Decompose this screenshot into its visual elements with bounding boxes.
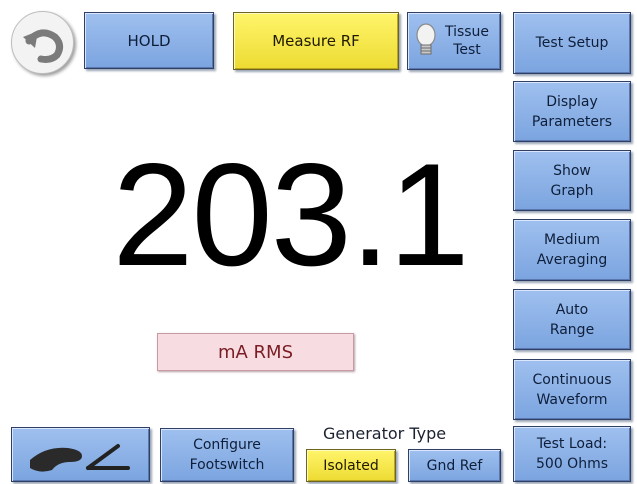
back-arrow-icon [22,28,63,63]
test-setup-button[interactable]: Test Setup [513,12,631,74]
waveform-button[interactable]: Continuous Waveform [513,359,631,420]
averaging-button[interactable]: Medium Averaging [513,219,631,281]
lightbulb-icon [416,23,436,55]
footswitch-button[interactable] [11,427,150,482]
footswitch-icon [29,443,130,472]
isolated-button[interactable]: Isolated [306,449,396,482]
test-load-button[interactable]: Test Load: 500 Ohms [513,426,631,482]
show-graph-button[interactable]: Show Graph [513,150,631,211]
unit-label: mA RMS [157,333,354,371]
back-button[interactable] [11,11,74,74]
tissue-test-label: Tissue Test [444,24,490,58]
measure-rf-button[interactable]: Measure RF [233,12,399,70]
reading-value: 203.1 [112,133,469,296]
display-parameters-button[interactable]: Display Parameters [513,81,631,142]
gnd-ref-button[interactable]: Gnd Ref [408,449,501,482]
tissue-test-button[interactable]: Tissue Test [407,12,501,70]
generator-type-title: Generator Type [323,424,447,443]
hold-button[interactable]: HOLD [84,12,214,69]
auto-range-button[interactable]: Auto Range [513,289,631,350]
configure-footswitch-button[interactable]: Configure Footswitch [160,428,294,482]
